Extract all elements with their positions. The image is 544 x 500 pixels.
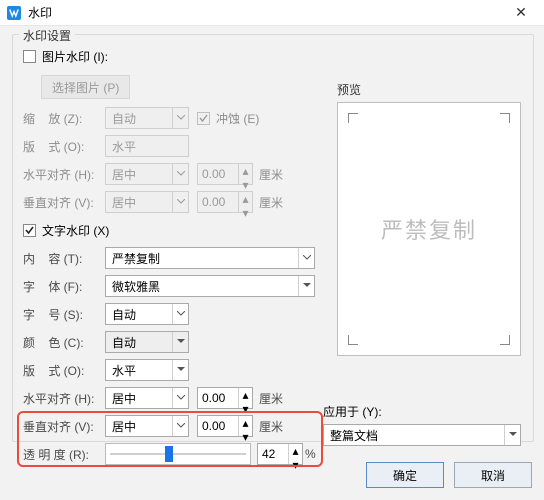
text-watermark-checkbox[interactable]: [23, 224, 36, 237]
chevron-down-icon[interactable]: [172, 416, 188, 436]
scale-label: 缩 放 (Z):: [23, 110, 105, 127]
dialog-buttons: 确定 取消: [356, 462, 532, 488]
ok-button[interactable]: 确定: [366, 462, 444, 488]
crop-mark-icon: [500, 113, 510, 123]
unit-cm: 厘米: [259, 194, 283, 211]
img-valign-label: 垂直对齐 (V):: [23, 194, 105, 211]
text-watermark-label: 文字水印 (X): [42, 222, 109, 239]
img-layout-label: 版 式 (O):: [23, 138, 105, 155]
crop-mark-icon: [500, 335, 510, 345]
chevron-down-icon[interactable]: [172, 304, 188, 324]
unit-cm: 厘米: [259, 418, 283, 435]
img-layout-combo: 水平: [105, 135, 189, 157]
opacity-slider[interactable]: [105, 443, 251, 465]
img-valign-offset: 0.00 ▴▾: [197, 191, 253, 213]
content-label: 内 容 (T):: [23, 250, 105, 267]
size-combo[interactable]: 自动: [105, 303, 189, 325]
img-halign-label: 水平对齐 (H):: [23, 166, 105, 183]
spinner-buttons: ▴▾: [238, 192, 252, 212]
apply-to-area: 应用于 (Y): 整篇文档: [323, 403, 523, 446]
chevron-down-icon[interactable]: [172, 388, 188, 408]
opacity-label: 透 明 度 (R):: [23, 446, 105, 463]
txt-layout-label: 版 式 (O):: [23, 362, 105, 379]
image-watermark-checkbox[interactable]: [23, 50, 36, 63]
title-bar: 水印 ✕: [0, 0, 544, 26]
txt-halign-offset[interactable]: 0.00 ▴▾: [197, 387, 253, 409]
window-title: 水印: [28, 4, 52, 21]
font-combo[interactable]: 微软雅黑: [105, 275, 315, 297]
crop-mark-icon: [348, 335, 358, 345]
washout-label: 冲蚀 (E): [216, 110, 259, 127]
chevron-down-icon[interactable]: [172, 332, 188, 352]
preview-label: 预览: [337, 81, 523, 98]
close-button[interactable]: ✕: [504, 2, 538, 24]
fieldset-legend: 水印设置: [19, 27, 75, 44]
watermark-fieldset: 水印设置 图片水印 (I): 选择图片 (P) 缩 放 (Z): 自动 冲蚀 (…: [12, 34, 534, 442]
preview-page: 严禁复制: [337, 102, 521, 356]
img-halign-combo: 居中: [105, 163, 189, 185]
txt-valign-combo[interactable]: 居中: [105, 415, 189, 437]
unit-percent: %: [305, 447, 316, 461]
img-halign-offset: 0.00 ▴▾: [197, 163, 253, 185]
apply-to-combo[interactable]: 整篇文档: [323, 424, 521, 446]
image-watermark-label: 图片水印 (I):: [42, 48, 108, 65]
color-label: 颜 色 (C):: [23, 334, 105, 351]
client-area: 水印设置 图片水印 (I): 选择图片 (P) 缩 放 (Z): 自动 冲蚀 (…: [0, 26, 544, 500]
font-label: 字 体 (F):: [23, 278, 105, 295]
chevron-down-icon: [172, 108, 188, 128]
cancel-button[interactable]: 取消: [454, 462, 532, 488]
unit-cm: 厘米: [259, 166, 283, 183]
spinner-buttons[interactable]: ▴▾: [238, 388, 252, 408]
spinner-buttons: ▴▾: [238, 164, 252, 184]
unit-cm: 厘米: [259, 390, 283, 407]
opacity-value[interactable]: 42 ▴▾: [257, 443, 303, 465]
chevron-down-icon: [172, 164, 188, 184]
preview-watermark-text: 严禁复制: [381, 213, 477, 245]
txt-layout-combo[interactable]: 水平: [105, 359, 189, 381]
slider-thumb[interactable]: [165, 446, 173, 462]
color-combo[interactable]: 自动: [105, 331, 189, 353]
select-image-button: 选择图片 (P): [41, 75, 130, 99]
image-watermark-checkbox-row[interactable]: 图片水印 (I):: [23, 43, 333, 69]
apply-to-label: 应用于 (Y):: [323, 403, 523, 420]
chevron-down-icon[interactable]: [298, 248, 314, 268]
app-icon: [6, 5, 22, 21]
chevron-down-icon: [172, 192, 188, 212]
txt-valign-offset[interactable]: 0.00 ▴▾: [197, 415, 253, 437]
txt-halign-combo[interactable]: 居中: [105, 387, 189, 409]
txt-valign-label: 垂直对齐 (V):: [23, 418, 105, 435]
text-watermark-checkbox-row[interactable]: 文字水印 (X): [23, 217, 333, 243]
scale-combo: 自动: [105, 107, 189, 129]
chevron-down-icon[interactable]: [504, 425, 520, 445]
txt-halign-label: 水平对齐 (H):: [23, 390, 105, 407]
washout-checkbox: [197, 112, 210, 125]
img-valign-combo: 居中: [105, 191, 189, 213]
crop-mark-icon: [348, 113, 358, 123]
content-combo[interactable]: 严禁复制: [105, 247, 315, 269]
spinner-buttons[interactable]: ▴▾: [288, 444, 302, 464]
preview-area: 预览 严禁复制: [337, 81, 523, 356]
chevron-down-icon[interactable]: [298, 276, 314, 296]
chevron-down-icon[interactable]: [172, 360, 188, 380]
spinner-buttons[interactable]: ▴▾: [238, 416, 252, 436]
size-label: 字 号 (S):: [23, 306, 105, 323]
